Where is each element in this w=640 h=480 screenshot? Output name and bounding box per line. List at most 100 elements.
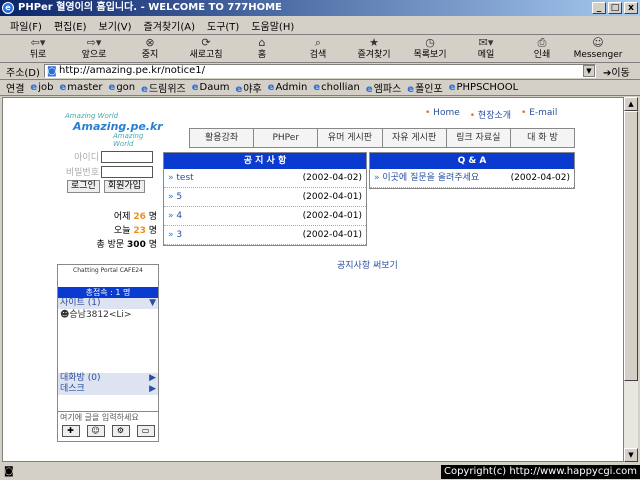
page-icon: ◙ [47, 66, 57, 77]
site-intro-link[interactable]: 현장소개 [470, 108, 511, 121]
maximize-button[interactable]: □ [608, 2, 622, 14]
notice-write-link[interactable]: 공지사항 써보기 [337, 258, 398, 271]
nav-item[interactable]: 대 화 방 [511, 129, 574, 147]
history-button[interactable]: ◷ 목록보기 [402, 36, 458, 60]
nav-item[interactable]: 링크 자료실 [447, 129, 511, 147]
address-label: 주소(D) [6, 67, 40, 79]
ie-icon: e [2, 2, 14, 14]
favorites-button[interactable]: ★ 즐겨찾기 [346, 36, 402, 60]
id-input[interactable] [101, 150, 153, 163]
toolbar: ⇦▾ 뒤로 ⇨▾ 앞으로 ⊗ 중지 ⟳ 새로고침 ⌂ 홈 ⌕ 검색 ★ 즐겨찾기 ◷ 목록보기 … [0, 36, 640, 63]
notice-title: 공 지 사 항 [164, 153, 366, 169]
list-item[interactable]: 이곳에 질문을 올려주세요(2002-04-02) [370, 169, 574, 188]
messenger-icon: ☺ [592, 36, 604, 49]
chat-input[interactable]: 여기에 글을 입력하세요 [58, 411, 158, 423]
mail-button[interactable]: ✉▾ 메일 [458, 36, 514, 60]
mail-icon: ✉▾ [478, 36, 494, 49]
link-dreamwiz[interactable]: 드림위즈 [141, 80, 186, 95]
nav-item[interactable]: 유머 게시판 [318, 129, 383, 147]
today-count: 23 [133, 226, 146, 236]
list-item[interactable]: 5(2002-04-01) [164, 188, 366, 207]
messenger-button[interactable]: ☺ Messenger [570, 36, 626, 60]
forward-icon: ⇨▾ [86, 36, 102, 49]
status-page-icon: ◙ [4, 466, 14, 477]
menu-edit[interactable]: 편집(E) [48, 18, 93, 33]
list-item[interactable]: test(2002-04-02) [164, 169, 366, 188]
expand-icon: ▶ [149, 384, 156, 394]
link-yahoo[interactable]: 야후 [235, 80, 261, 95]
link-phpschool[interactable]: PHPSCHOOL [449, 82, 519, 93]
home-link[interactable]: Home [425, 108, 460, 121]
stop-button[interactable]: ⊗ 중지 [122, 36, 178, 60]
login-button[interactable]: 로그인 [67, 180, 100, 193]
address-input[interactable]: ◙ http://amazing.pe.kr/notice1/ ▼ [44, 64, 596, 78]
notice-board: 공 지 사 항 test(2002-04-02) 5(2002-04-01) 4… [163, 152, 367, 246]
id-label: 아이디 [74, 153, 99, 163]
expand-icon: ▶ [149, 373, 156, 383]
chat-settings-icon[interactable]: ⚙ [111, 425, 130, 437]
refresh-icon: ⟳ [201, 36, 211, 49]
chat-window-icon[interactable]: ▭ [136, 425, 155, 437]
scroll-thumb[interactable] [624, 111, 638, 381]
password-input[interactable] [101, 165, 153, 178]
forward-button[interactable]: ⇨▾ 앞으로 [66, 36, 122, 60]
window-title-bar: e PHPer 혈영이의 홈입니다. - WELCOME TO 777HOME … [0, 0, 640, 16]
link-gon[interactable]: gon [109, 82, 135, 93]
site-container: Amazing World Amazing.pe.kr Amazing Worl… [55, 98, 575, 461]
link-admin[interactable]: Admin [268, 82, 307, 93]
chat-add-icon[interactable]: ✚ [61, 425, 80, 437]
top-links: Home 현장소개 E-mail [425, 108, 557, 121]
address-dropdown-icon[interactable]: ▼ [583, 65, 595, 77]
search-icon: ⌕ [314, 36, 322, 49]
back-icon: ⇦▾ [30, 36, 46, 49]
chat-user-count: 총접속 : 1 명 [58, 287, 158, 298]
link-chollian[interactable]: chollian [313, 82, 360, 93]
list-item[interactable]: 4(2002-04-01) [164, 207, 366, 226]
link-empas[interactable]: 엠파스 [366, 80, 402, 95]
menu-help[interactable]: 도움말(H) [245, 18, 300, 33]
chat-widget: Chatting Portal CAFE24 총접속 : 1 명 사이트 (1)… [57, 264, 159, 442]
menu-bar: 파일(F) 편집(E) 보기(V) 즐겨찾기(A) 도구(T) 도움말(H) [0, 16, 640, 35]
chat-desk-section[interactable]: 데스크 ▶ [58, 384, 158, 395]
refresh-button[interactable]: ⟳ 새로고침 [178, 36, 234, 60]
menu-favorites[interactable]: 즐겨찾기(A) [138, 18, 201, 33]
scroll-up-icon[interactable]: ▲ [624, 97, 638, 111]
home-button[interactable]: ⌂ 홈 [234, 36, 290, 60]
link-job[interactable]: job [30, 82, 53, 93]
window-title: PHPer 혈영이의 홈입니다. - WELCOME TO 777HOME [18, 2, 282, 13]
chat-user[interactable]: ☻승남3812<Li> [58, 309, 158, 322]
go-button[interactable]: ➔이동 [603, 64, 630, 79]
links-bar: 연결 job master gon 드림위즈 Daum 야후 Admin cho… [0, 80, 640, 96]
close-button[interactable]: x [624, 2, 638, 14]
login-box: 아이디 비밀번호 로그인 회원가입 [57, 150, 157, 193]
menu-tools[interactable]: 도구(T) [201, 18, 245, 33]
nav-item[interactable]: PHPer [254, 129, 319, 147]
menu-file[interactable]: 파일(F) [4, 18, 48, 33]
chat-site-section[interactable]: 사이트 (1) ▼ [58, 298, 158, 309]
menu-view[interactable]: 보기(V) [93, 18, 138, 33]
total-count: 300 [127, 240, 146, 250]
chat-room-section[interactable]: 대화방 (0) ▶ [58, 373, 158, 384]
join-button[interactable]: 회원가입 [103, 180, 145, 193]
chat-users-icon[interactable]: ☺ [86, 425, 105, 437]
link-fallinfo[interactable]: 폴인포 [407, 80, 443, 95]
search-button[interactable]: ⌕ 검색 [290, 36, 346, 60]
nav-item[interactable]: 자유 게시판 [383, 129, 447, 147]
back-button[interactable]: ⇦▾ 뒤로 [10, 36, 66, 60]
qna-title: Q & A [370, 153, 574, 169]
link-master[interactable]: master [59, 82, 102, 93]
list-item[interactable]: 3(2002-04-01) [164, 226, 366, 245]
vertical-scrollbar[interactable]: ▲ ▼ [624, 97, 638, 462]
link-daum[interactable]: Daum [192, 82, 230, 93]
email-link[interactable]: E-mail [521, 108, 557, 121]
history-icon: ◷ [425, 36, 435, 49]
yesterday-count: 26 [133, 212, 146, 222]
print-icon: ⎙ [537, 36, 547, 49]
site-logo[interactable]: Amazing World Amazing.pe.kr Amazing Worl… [63, 110, 163, 148]
minimize-button[interactable]: _ [592, 2, 606, 14]
nav-item[interactable]: 활용강좌 [190, 129, 255, 147]
qna-board: Q & A 이곳에 질문을 올려주세요(2002-04-02) [369, 152, 575, 189]
print-button[interactable]: ⎙ 인쇄 [514, 36, 570, 60]
scroll-down-icon[interactable]: ▼ [624, 448, 638, 462]
page-content: Amazing World Amazing.pe.kr Amazing Worl… [2, 97, 624, 462]
